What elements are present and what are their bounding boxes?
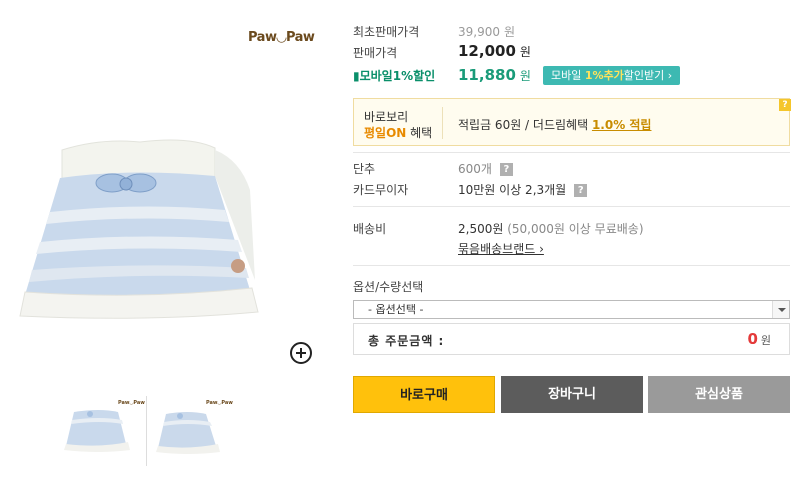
thumbnail-list: Paw◡Paw Paw◡Paw: [60, 392, 240, 470]
original-price-value: 39,900 원: [458, 23, 515, 40]
total-amount: 0: [747, 330, 758, 348]
thumb-brand-logo: Paw◡Paw: [118, 400, 145, 406]
benefit-separator: [442, 107, 443, 139]
card-help-icon[interactable]: ?: [574, 184, 588, 197]
option-select-value: - 옵션선택 -: [368, 303, 424, 316]
sale-price-label: 판매가격: [353, 46, 398, 60]
mobile-discount-label: ▮모바일1%할인: [353, 69, 436, 83]
add-to-cart-button[interactable]: 장바구니: [501, 376, 643, 413]
benefit-title-line2: 평일ON 혜택: [364, 124, 432, 141]
original-price-label: 최초판매가격: [353, 25, 420, 39]
button-help-icon[interactable]: ?: [499, 163, 513, 176]
shipping-note: (50,000원 이상 무료배송): [507, 222, 644, 236]
mobile-btn-text-post: 할인받기 ›: [623, 69, 673, 82]
product-info-panel: 최초판매가격 39,900 원 판매가격 12,000 원 ▮모바일1%할인 11,…: [353, 0, 798, 485]
original-price-amount: 39,900: [458, 25, 500, 39]
thumb-brand-logo: Paw◡Paw: [206, 400, 233, 406]
mobile-price-amount: 11,880: [458, 66, 516, 84]
benefit-weekday-on: 평일ON: [364, 126, 407, 140]
benefit-title-line1: 바로보리: [364, 110, 409, 124]
total-value: 0원: [747, 330, 771, 348]
original-price-unit: 원: [504, 25, 516, 39]
card-value-wrap: 10만원 이상 2,3개월?: [458, 181, 588, 198]
mobile-btn-text-pre: 모바일: [551, 69, 585, 82]
benefit-text: 적립금 60원 / 더드림혜택 1.0% 적립: [458, 116, 651, 133]
chevron-down-icon[interactable]: [772, 301, 789, 318]
thumbnail-2[interactable]: Paw◡Paw: [148, 392, 233, 468]
divider: [353, 265, 790, 266]
button-value-wrap: 600개?: [458, 160, 513, 177]
benefit-title-rest: 혜택: [406, 126, 433, 140]
option-select[interactable]: - 옵션선택 -: [353, 300, 790, 319]
zoom-plus-icon[interactable]: [290, 342, 312, 364]
divider: [353, 152, 790, 153]
shipping-label: 배송비: [353, 222, 387, 236]
total-order-box: 총 주문금액 : 0원: [353, 323, 790, 355]
mobile-price-unit: 원: [519, 69, 531, 83]
shipping-value: 2,500원: [458, 222, 504, 236]
bundle-shipping-link[interactable]: 묶음배송브랜드 ›: [458, 240, 544, 257]
options-label: 옵션/수량선택: [353, 280, 424, 294]
thumbnail-1[interactable]: Paw◡Paw: [60, 392, 145, 468]
mobile-price-value: 11,880 원: [458, 66, 531, 84]
shipping-value-wrap: 2,500원 (50,000원 이상 무료배송): [458, 220, 644, 237]
button-value: 600개: [458, 162, 492, 176]
wishlist-button[interactable]: 관심상품: [648, 376, 790, 413]
benefit-points-text: 적립금 60원 / 더드림혜택: [458, 118, 592, 132]
skirt-image: [19, 139, 259, 319]
mobile-discount-button[interactable]: 모바일 1%추가할인받기 ›: [543, 66, 681, 85]
buy-now-button[interactable]: 바로구매: [353, 376, 495, 413]
thumbnail-divider: [146, 396, 147, 466]
sale-price-value: 12,000 원: [458, 42, 531, 60]
card-value: 10만원 이상 2,3개월: [458, 183, 567, 197]
total-label: 총 주문금액 :: [368, 334, 445, 348]
mobile-btn-text-highlight: 1%추가: [584, 69, 624, 82]
benefit-box: 바로보리 평일ON 혜택 적립금 60원 / 더드림혜택 1.0% 적립 ?: [353, 98, 791, 146]
total-unit: 원: [760, 334, 771, 347]
benefit-link[interactable]: 1.0% 적립: [592, 118, 652, 132]
card-label: 카드무이자: [353, 183, 409, 197]
product-page: Paw◡Paw Paw◡Paw Paw◡Paw 최초판매가격 39,900 원 …: [0, 0, 798, 485]
benefit-help-icon[interactable]: ?: [779, 99, 791, 111]
product-main-image[interactable]: Paw◡Paw: [0, 0, 325, 375]
divider: [353, 206, 790, 207]
sale-price-unit: 원: [519, 45, 531, 59]
button-label: 단추: [353, 162, 376, 176]
sale-price-amount: 12,000: [458, 42, 516, 60]
